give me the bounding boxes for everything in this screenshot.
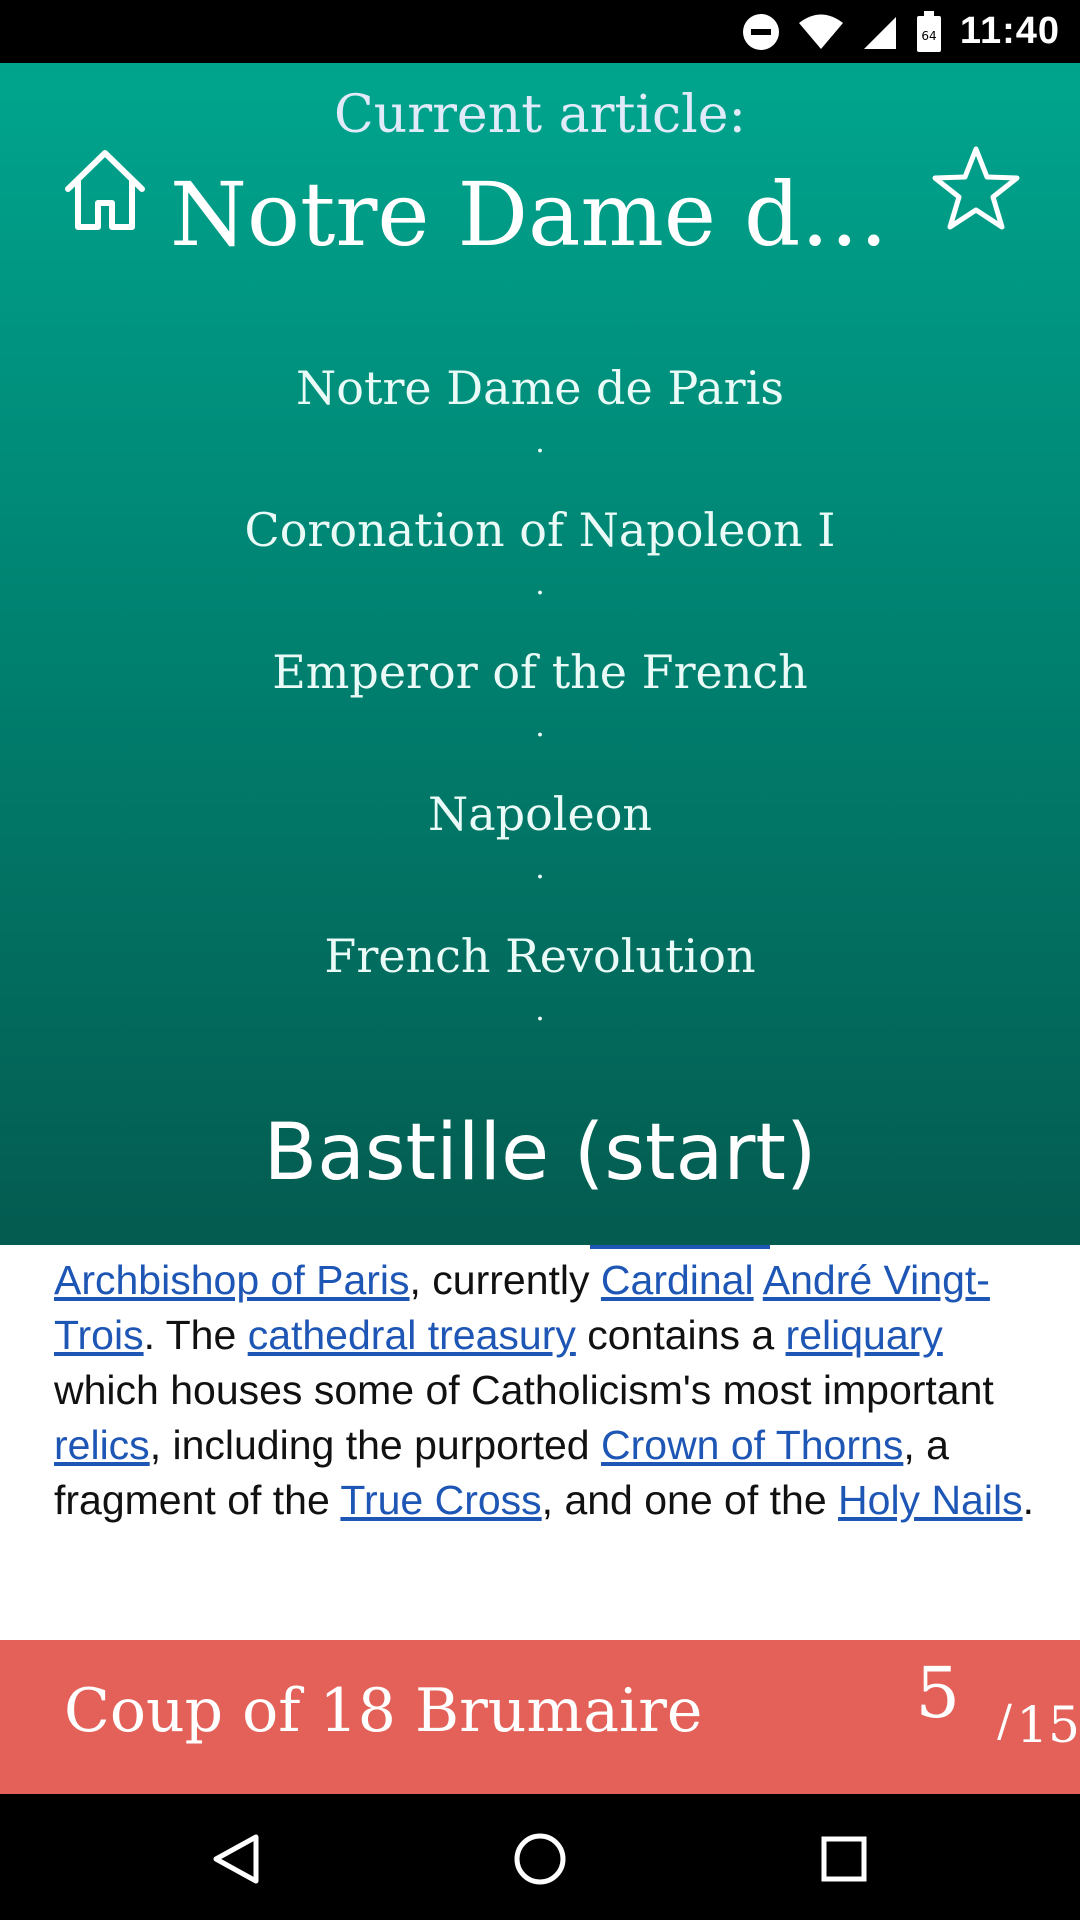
link-true-cross[interactable]: True Cross (340, 1477, 541, 1523)
link-archbishop-of-paris[interactable]: Archbishop of Paris (54, 1257, 410, 1303)
article-text: , including the purported (149, 1422, 601, 1468)
step-total: 15 (1016, 1696, 1080, 1754)
trail-item[interactable]: Napoleon (0, 779, 1080, 849)
trail-item[interactable]: Emperor of the French (0, 637, 1080, 707)
clock: 11:40 (959, 10, 1060, 52)
trail-item[interactable]: Notre Dame de Paris (0, 353, 1080, 423)
article-text: which houses some of Catholicism's most … (54, 1367, 994, 1413)
article-text: , currently (409, 1257, 601, 1303)
back-triangle-icon (213, 1834, 259, 1884)
trail-separator: . (535, 993, 545, 1028)
step-current: 5 (915, 1652, 960, 1734)
battery-icon: 64 (916, 10, 942, 53)
recents-square-icon (821, 1836, 867, 1882)
link-cathedral-treasury[interactable]: cathedral treasury (248, 1312, 576, 1358)
signal-icon (862, 14, 898, 50)
home-icon (65, 150, 145, 230)
trail-item[interactable]: Coronation of Napoleon I (0, 495, 1080, 565)
current-article-label: Current article: (333, 85, 747, 145)
trail-separator: . (535, 709, 545, 744)
article-content[interactable]: Archbishop of Paris, currently Cardinal … (0, 1245, 1080, 1640)
wifi-icon (798, 14, 844, 50)
trail-separator: . (535, 851, 545, 886)
trail-separator: . (535, 425, 545, 460)
link-relics[interactable]: relics (54, 1422, 150, 1468)
clipped-link-underline (590, 1245, 770, 1249)
do-not-disturb-icon (742, 13, 780, 51)
article-text: , and one of the (541, 1477, 839, 1523)
home-nav-button[interactable] (500, 1819, 580, 1899)
link-holy-nails[interactable]: Holy Nails (838, 1477, 1023, 1523)
link-crown-of-thorns[interactable]: Crown of Thorns (601, 1422, 903, 1468)
status-bar: 64 11:40 (0, 0, 1080, 63)
home-circle-icon (514, 1833, 566, 1885)
article-text: . (1022, 1477, 1034, 1523)
link-reliquary[interactable]: reliquary (786, 1312, 943, 1358)
article-text (754, 1257, 763, 1303)
navigation-bar (0, 1794, 1080, 1920)
battery-level: 64 (921, 29, 936, 43)
current-article-title: Notre Dame de ... (170, 163, 910, 266)
back-button[interactable] (196, 1819, 276, 1899)
article-trail: Notre Dame de Paris . Coronation of Napo… (0, 353, 1080, 1063)
recents-button[interactable] (804, 1819, 884, 1899)
article-text: . The (143, 1312, 248, 1358)
article-text: contains a (575, 1312, 786, 1358)
header: Current article: Notre Dame de ... Notre… (0, 63, 1080, 1245)
target-article-bar[interactable]: Coup of 18 Brumaire 5 / 15 (0, 1640, 1080, 1794)
trail-separator: . (535, 567, 545, 602)
step-separator: / (997, 1696, 1012, 1747)
start-article-title: Bastille (start) (263, 1108, 817, 1198)
favorite-button[interactable] (930, 143, 1022, 235)
status-icons: 64 11:40 (742, 0, 1060, 63)
target-article-title: Coup of 18 Brumaire (64, 1676, 703, 1746)
home-button[interactable] (60, 145, 150, 235)
star-icon (932, 146, 1020, 230)
article-paragraph: Archbishop of Paris, currently Cardinal … (54, 1253, 1040, 1528)
trail-item[interactable]: French Revolution (0, 921, 1080, 991)
link-cardinal[interactable]: Cardinal (601, 1257, 754, 1303)
